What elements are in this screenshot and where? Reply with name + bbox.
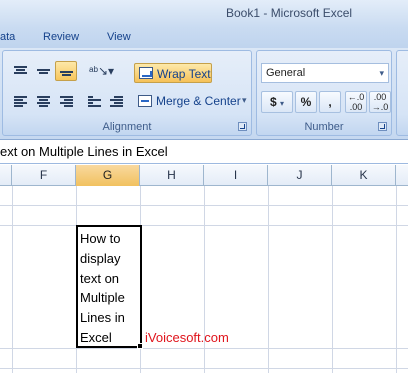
active-cell-g[interactable]: How to display text on Multiple Lines in… [76, 225, 142, 348]
align-left-button[interactable] [9, 91, 31, 111]
increase-indent-button[interactable] [105, 91, 127, 111]
decrease-indent-button[interactable] [83, 91, 105, 111]
column-header-l-partial[interactable] [396, 165, 408, 186]
currency-button[interactable]: $ ▾ [261, 91, 293, 113]
increase-decimal-button[interactable]: ←.0 .00 [345, 91, 367, 113]
comma-style-button[interactable]: , [319, 91, 341, 113]
align-middle-icon [37, 69, 50, 75]
ribbon-tabs: ata Review View [0, 28, 408, 48]
gridline [268, 186, 269, 373]
formula-bar-content[interactable]: ext on Multiple Lines in Excel [0, 144, 168, 159]
watermark-text: iVoicesoft.com [145, 330, 229, 345]
align-top-icon [14, 66, 27, 75]
orientation-icon: ᵃᵇ↘▾ [89, 64, 115, 78]
alignment-group-label: Alignment [102, 121, 152, 133]
column-header-k[interactable]: K [332, 165, 396, 186]
window-title: Book1 - Microsoft Excel [226, 6, 353, 20]
number-format-dropdown[interactable]: General ▾ [261, 63, 389, 83]
align-right-button[interactable] [55, 91, 77, 111]
wrap-text-button[interactable]: Wrap Text [134, 63, 212, 83]
column-header-e-partial[interactable] [0, 165, 12, 186]
chevron-down-icon: ▾ [379, 68, 384, 78]
align-middle-button[interactable] [32, 61, 54, 81]
currency-label: $ [269, 95, 277, 109]
cell-text: How to display text on Multiple Lines in… [80, 231, 125, 345]
orientation-button[interactable]: ᵃᵇ↘▾ [83, 61, 115, 81]
column-header-i[interactable]: I [204, 165, 268, 186]
column-header-f[interactable]: F [12, 165, 76, 186]
fill-handle[interactable] [137, 343, 143, 349]
gridline [0, 225, 408, 226]
align-bottom-button[interactable] [55, 61, 77, 81]
gridline [332, 186, 333, 373]
merge-center-button[interactable]: Merge & Center ▾ [134, 91, 254, 111]
decrease-decimal-button[interactable]: .00 →.0 [369, 91, 391, 113]
worksheet-grid[interactable]: How to display text on Multiple Lines in… [0, 186, 408, 373]
align-top-button[interactable] [9, 61, 31, 81]
alignment-group: ᵃᵇ↘▾ Wrap Text Merge & Center ▾ Alignmen… [2, 50, 252, 136]
wrap-text-icon [139, 67, 153, 79]
tab-review[interactable]: Review [43, 31, 79, 43]
merge-dropdown-icon[interactable]: ▾ [242, 95, 247, 106]
align-bottom-icon [60, 71, 73, 77]
styles-group-partial [396, 50, 408, 136]
ribbon: ᵃᵇ↘▾ Wrap Text Merge & Center ▾ Alignmen… [0, 48, 408, 140]
number-group-label: Number [304, 121, 344, 133]
align-right-icon [60, 96, 73, 108]
number-format-value: General [266, 67, 306, 79]
gridline [12, 186, 13, 373]
align-center-button[interactable] [32, 91, 54, 111]
tab-view[interactable]: View [107, 31, 131, 43]
formula-bar[interactable]: ext on Multiple Lines in Excel [0, 140, 408, 164]
column-header-h[interactable]: H [140, 165, 204, 186]
merge-center-icon [138, 95, 152, 107]
wrap-text-label: Wrap Text [157, 67, 211, 81]
merge-center-label: Merge & Center [156, 94, 241, 108]
currency-dropdown-icon: ▾ [280, 99, 285, 108]
gridline [0, 368, 408, 369]
alignment-dialog-launcher-icon[interactable] [238, 122, 247, 131]
number-dialog-launcher-icon[interactable] [378, 122, 387, 131]
number-group: General ▾ $ ▾ % , ←.0 .00 .00 →.0 Number [256, 50, 392, 136]
percent-button[interactable]: % [295, 91, 317, 113]
column-header-j[interactable]: J [268, 165, 332, 186]
gridline [0, 205, 408, 206]
column-header-g[interactable]: G [76, 165, 140, 186]
tab-data[interactable]: ata [0, 31, 15, 43]
column-headers: F G H I J K [0, 165, 408, 186]
increase-indent-icon [110, 96, 123, 108]
gridline [0, 348, 408, 349]
decrease-indent-icon [88, 96, 101, 108]
align-center-icon [37, 96, 50, 108]
align-left-icon [14, 96, 27, 108]
title-bar: Book1 - Microsoft Excel [0, 0, 408, 28]
gridline [396, 186, 397, 373]
